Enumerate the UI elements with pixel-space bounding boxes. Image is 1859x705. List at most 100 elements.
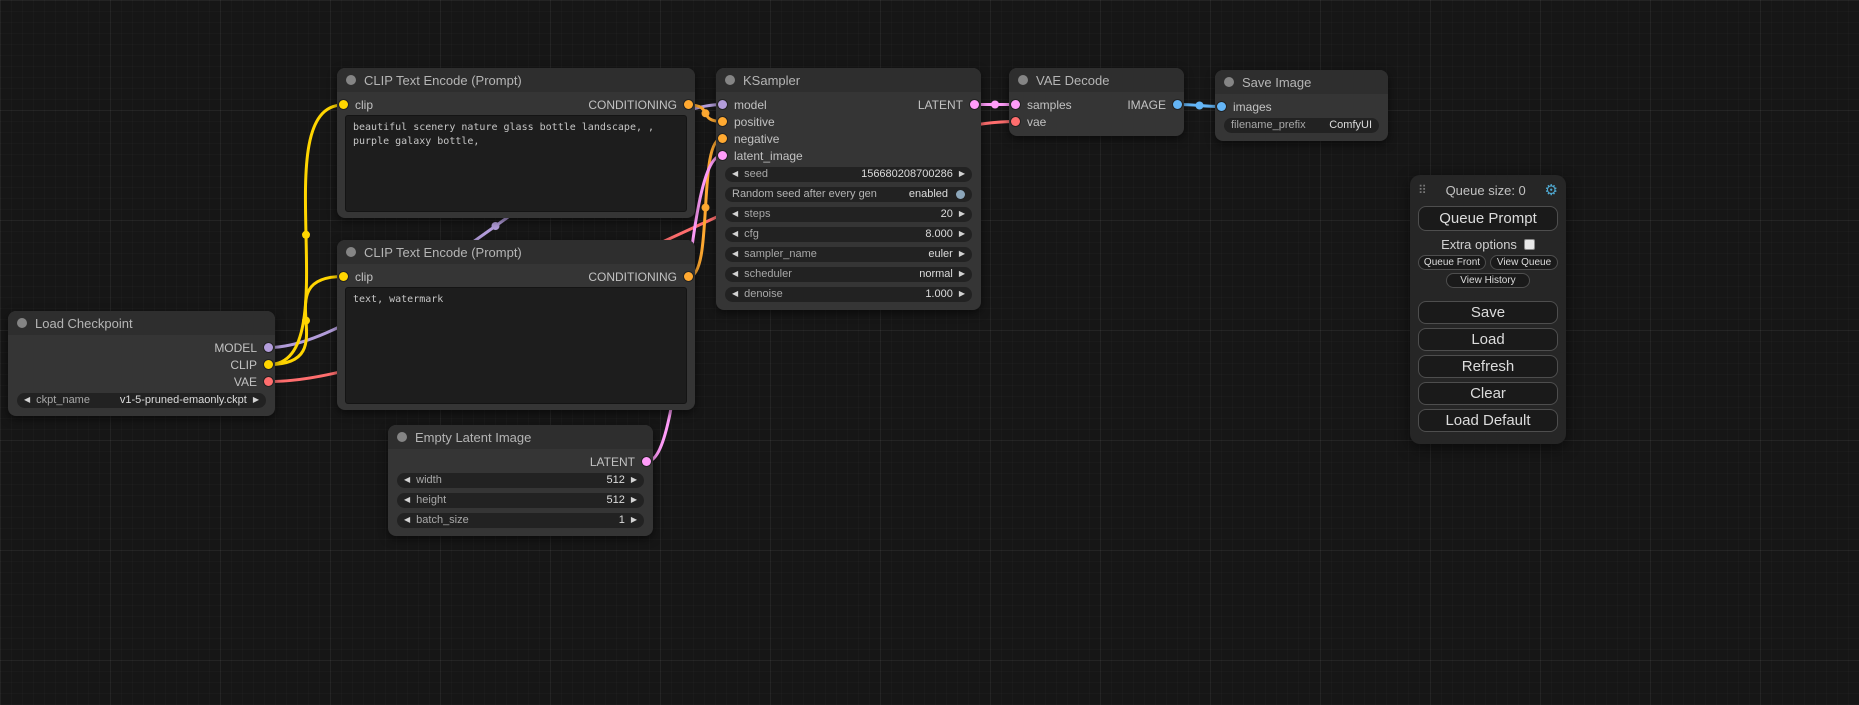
load-button[interactable]: Load	[1418, 328, 1558, 351]
node-title: Load Checkpoint	[35, 316, 133, 331]
refresh-button[interactable]: Refresh	[1418, 355, 1558, 378]
output-slot-latent-dot[interactable]	[642, 457, 651, 466]
widget-width[interactable]: ◀ width 512 ▶	[397, 473, 644, 488]
node-ksampler[interactable]: KSampler model LATENT positive	[716, 68, 981, 310]
extra-options-checkbox[interactable]	[1524, 239, 1535, 250]
prompt-textarea[interactable]: text, watermark	[345, 287, 687, 404]
load-default-button[interactable]: Load Default	[1418, 409, 1558, 432]
collapse-dot-icon[interactable]	[346, 247, 356, 257]
node-vae-decode[interactable]: VAE Decode samples IMAGE vae	[1009, 68, 1184, 136]
collapse-dot-icon[interactable]	[346, 75, 356, 85]
widget-height[interactable]: ◀ height 512 ▶	[397, 493, 644, 508]
decrement-arrow-icon[interactable]: ◀	[404, 476, 410, 484]
settings-gear-icon[interactable]: ⚙	[1545, 181, 1558, 199]
widget-cfg[interactable]: ◀ cfg 8.000 ▶	[725, 227, 972, 242]
widget-seed[interactable]: ◀ seed 156680208700286 ▶	[725, 167, 972, 182]
node-title: Empty Latent Image	[415, 430, 531, 445]
input-slot-label: model	[734, 98, 767, 112]
widget-filename-prefix[interactable]: filename_prefix ComfyUI	[1224, 118, 1379, 133]
widget-sampler-name[interactable]: ◀ sampler_name euler ▶	[725, 247, 972, 262]
increment-arrow-icon[interactable]: ▶	[253, 396, 259, 404]
queue-front-button[interactable]: Queue Front	[1418, 255, 1486, 270]
view-history-button[interactable]: View History	[1446, 273, 1530, 288]
node-title-bar[interactable]: Empty Latent Image	[388, 425, 653, 449]
input-slot-label: latent_image	[734, 149, 803, 163]
increment-arrow-icon[interactable]: ▶	[959, 230, 965, 238]
link-midpoint-dot	[1196, 102, 1204, 110]
graph-canvas[interactable]: Load Checkpoint MODEL CLIP VAE	[0, 0, 1859, 705]
output-slot-latent-dot[interactable]	[970, 100, 979, 109]
widget-batch-size[interactable]: ◀ batch_size 1 ▶	[397, 513, 644, 528]
decrement-arrow-icon[interactable]: ◀	[732, 270, 738, 278]
collapse-dot-icon[interactable]	[17, 318, 27, 328]
output-slot-conditioning-dot[interactable]	[684, 272, 693, 281]
extra-options-label: Extra options	[1441, 237, 1517, 252]
collapse-dot-icon[interactable]	[725, 75, 735, 85]
input-slot-images-dot[interactable]	[1217, 102, 1226, 111]
node-save-image[interactable]: Save Image images filename_prefix ComfyU…	[1215, 70, 1388, 141]
increment-arrow-icon[interactable]: ▶	[959, 290, 965, 298]
output-slot-vae-dot[interactable]	[264, 377, 273, 386]
output-slot-conditioning-dot[interactable]	[684, 100, 693, 109]
node-title-bar[interactable]: VAE Decode	[1009, 68, 1184, 92]
increment-arrow-icon[interactable]: ▶	[631, 496, 637, 504]
queue-menu-panel[interactable]: ⠿ Queue size: 0 ⚙ Queue Prompt Extra opt…	[1410, 175, 1566, 444]
input-slot-latent-image-dot[interactable]	[718, 151, 727, 160]
prompt-textarea[interactable]: beautiful scenery nature glass bottle la…	[345, 115, 687, 212]
decrement-arrow-icon[interactable]: ◀	[732, 210, 738, 218]
node-title-bar[interactable]: CLIP Text Encode (Prompt)	[337, 240, 695, 264]
widget-steps[interactable]: ◀ steps 20 ▶	[725, 207, 972, 222]
node-title-bar[interactable]: Load Checkpoint	[8, 311, 275, 335]
increment-arrow-icon[interactable]: ▶	[959, 170, 965, 178]
input-slot-positive-dot[interactable]	[718, 117, 727, 126]
collapse-dot-icon[interactable]	[397, 432, 407, 442]
clear-button[interactable]: Clear	[1418, 382, 1558, 405]
toggle-indicator-icon[interactable]	[956, 190, 965, 199]
output-slot-label: CONDITIONING	[588, 98, 677, 112]
decrement-arrow-icon[interactable]: ◀	[732, 250, 738, 258]
node-clip-text-encode-negative[interactable]: CLIP Text Encode (Prompt) clip CONDITION…	[337, 240, 695, 410]
node-title-bar[interactable]: CLIP Text Encode (Prompt)	[337, 68, 695, 92]
decrement-arrow-icon[interactable]: ◀	[732, 230, 738, 238]
output-slot-image-dot[interactable]	[1173, 100, 1182, 109]
node-load-checkpoint[interactable]: Load Checkpoint MODEL CLIP VAE	[8, 311, 275, 416]
collapse-dot-icon[interactable]	[1224, 77, 1234, 87]
increment-arrow-icon[interactable]: ▶	[959, 270, 965, 278]
save-button[interactable]: Save	[1418, 301, 1558, 324]
increment-arrow-icon[interactable]: ▶	[631, 516, 637, 524]
view-queue-button[interactable]: View Queue	[1490, 255, 1558, 270]
input-slot-label: images	[1233, 100, 1272, 114]
link-midpoint-dot	[991, 101, 999, 109]
increment-arrow-icon[interactable]: ▶	[959, 250, 965, 258]
input-slot-clip-dot[interactable]	[339, 100, 348, 109]
queue-prompt-button[interactable]: Queue Prompt	[1418, 206, 1558, 231]
collapse-dot-icon[interactable]	[1018, 75, 1028, 85]
input-slot-clip-dot[interactable]	[339, 272, 348, 281]
node-title-bar[interactable]: KSampler	[716, 68, 981, 92]
decrement-arrow-icon[interactable]: ◀	[732, 290, 738, 298]
input-slot-model-dot[interactable]	[718, 100, 727, 109]
node-clip-text-encode-positive[interactable]: CLIP Text Encode (Prompt) clip CONDITION…	[337, 68, 695, 218]
input-slot-samples-dot[interactable]	[1011, 100, 1020, 109]
widget-scheduler[interactable]: ◀ scheduler normal ▶	[725, 267, 972, 282]
output-slot-clip-dot[interactable]	[264, 360, 273, 369]
output-slot-model-dot[interactable]	[264, 343, 273, 352]
node-title-bar[interactable]: Save Image	[1215, 70, 1388, 94]
input-slot-vae-dot[interactable]	[1011, 117, 1020, 126]
input-slot-label: negative	[734, 132, 779, 146]
increment-arrow-icon[interactable]: ▶	[631, 476, 637, 484]
increment-arrow-icon[interactable]: ▶	[959, 210, 965, 218]
decrement-arrow-icon[interactable]: ◀	[404, 496, 410, 504]
drag-handle-icon[interactable]: ⠿	[1418, 183, 1427, 197]
widget-random-seed-toggle[interactable]: Random seed after every gen enabled	[725, 187, 972, 202]
node-empty-latent-image[interactable]: Empty Latent Image LATENT ◀ width 512 ▶ …	[388, 425, 653, 536]
widget-denoise[interactable]: ◀ denoise 1.000 ▶	[725, 287, 972, 302]
decrement-arrow-icon[interactable]: ◀	[732, 170, 738, 178]
input-slot-negative-dot[interactable]	[718, 134, 727, 143]
input-slot-label: vae	[1027, 115, 1046, 129]
decrement-arrow-icon[interactable]: ◀	[404, 516, 410, 524]
link-midpoint-dot	[702, 204, 710, 212]
decrement-arrow-icon[interactable]: ◀	[24, 396, 30, 404]
output-slot-label: CONDITIONING	[588, 270, 677, 284]
widget-ckpt-name[interactable]: ◀ ckpt_name v1-5-pruned-emaonly.ckpt ▶	[17, 393, 266, 408]
